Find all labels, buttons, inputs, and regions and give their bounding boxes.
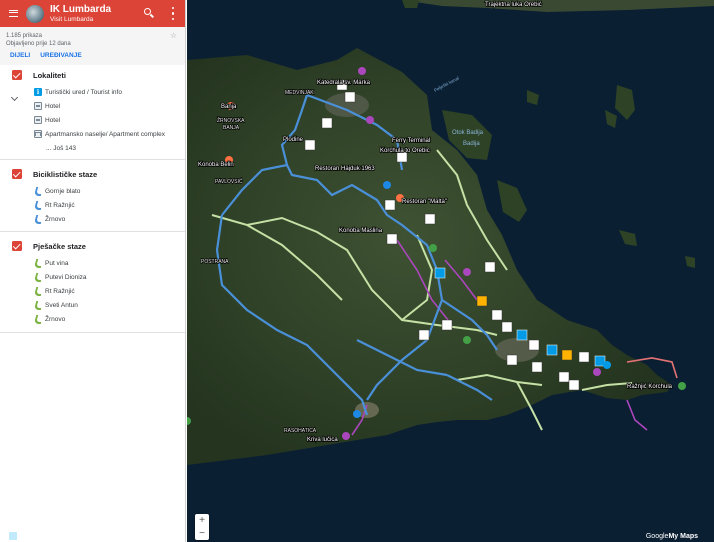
list-item[interactable]: i Turistički ured / Tourist info — [0, 85, 185, 99]
list-item[interactable]: Hotel — [0, 99, 185, 113]
layer-pjesacke-staze: Pješačke staze Put vina Putevi Dionizа R… — [0, 232, 185, 333]
bike-route-icon — [34, 215, 42, 223]
hiking-route-icon — [34, 273, 42, 281]
label-konoba-belin: Konoba Belin — [198, 162, 234, 168]
apartment-icon — [34, 130, 42, 138]
menu-button[interactable] — [0, 0, 26, 27]
label-raznjic: Ražnjić Korchula — [627, 384, 673, 390]
star-icon[interactable]: ☆ — [170, 31, 177, 40]
show-more-link[interactable]: ... Još 143 — [0, 141, 185, 155]
image-thumbnail-icon — [9, 532, 17, 540]
label-korchula-orebic: Korchula to Orebic — [380, 148, 430, 154]
label-rasohatica: RASOHATICA — [284, 428, 317, 434]
label-konoba-maslina: Konoba Maslina — [339, 228, 383, 234]
bike-route-icon — [34, 187, 42, 195]
list-item[interactable]: Žrnovo — [0, 312, 185, 326]
hotel-icon — [34, 116, 42, 124]
label-banja-district: BANJA — [223, 125, 240, 131]
label-katedrala: Katedrala sv. Marka — [317, 80, 371, 86]
label-ferry-terminal: Ferry Terminal — [392, 138, 430, 144]
label-postrana: POSTRANA — [201, 259, 229, 265]
map-logo — [26, 4, 44, 23]
layer-lokaliteti: Lokaliteti i Turistički ured / Tourist in… — [0, 65, 185, 160]
label-badija: Badija — [463, 141, 480, 147]
hiking-route-icon — [34, 301, 42, 309]
layer-title[interactable]: Biciklističke staze — [33, 170, 97, 179]
list-item[interactable]: Rt Ražnjić — [0, 198, 185, 212]
layer-checkbox[interactable] — [12, 169, 22, 179]
map-info: 1.185 prikaza Objavljeno prije 12 dana ☆… — [0, 27, 185, 65]
map-title[interactable]: IK Lumbarda — [50, 4, 111, 16]
list-item[interactable]: Žrnovo — [0, 212, 185, 226]
list-item[interactable]: Hotel — [0, 113, 185, 127]
edit-button[interactable]: UREĐIVANJE — [40, 52, 81, 59]
label-trajektna-luka: Trajektna luka Orebić — [485, 2, 542, 8]
label-zrnovska: ŽRNOVSKA — [217, 116, 245, 124]
hotel-icon — [34, 102, 42, 110]
list-item[interactable]: Sveti Antun — [0, 298, 185, 312]
bike-route-icon — [34, 201, 42, 209]
zoom-in-button[interactable]: + — [199, 515, 205, 527]
layer-title[interactable]: Pješačke staze — [33, 242, 86, 251]
label-medvinjak: MEDVINJAK — [285, 90, 314, 96]
hiking-route-icon — [34, 259, 42, 267]
layer-checkbox[interactable] — [12, 241, 22, 251]
search-button[interactable] — [142, 6, 156, 20]
view-count: 1.185 prikaza — [6, 33, 43, 39]
zoom-out-button[interactable]: − — [199, 528, 205, 540]
map-legend-panel: IK Lumbarda Visit Lumbarda 1.185 prikaza… — [0, 0, 186, 542]
list-item[interactable]: Putevi Dionizа — [0, 270, 185, 284]
list-item[interactable]: Rt Ražnjić — [0, 284, 185, 298]
list-item[interactable]: Apartmansko naselje/ Apartment complex — [0, 127, 185, 141]
zoom-control: + − — [195, 514, 209, 540]
satellite-map[interactable]: Trajektna luka Orebić Katedrala sv. Mark… — [187, 0, 714, 542]
more-options-button[interactable] — [170, 7, 176, 20]
map-title-block: IK Lumbarda Visit Lumbarda — [50, 4, 111, 23]
label-pavlovsic: PAVLOVSIĆ — [215, 178, 243, 185]
label-plodine: Plodine — [283, 137, 304, 143]
hamburger-icon — [8, 10, 18, 17]
layer-biciklisticke-staze: Biciklističke staze Gornje blato Rt Ražn… — [0, 160, 185, 232]
label-restoran-hajduk: Restoran Hajduk 1963 — [315, 166, 375, 172]
app-header: IK Lumbarda Visit Lumbarda — [0, 0, 185, 27]
list-item[interactable]: Gornje blato — [0, 184, 185, 198]
info-icon: i — [34, 88, 42, 96]
label-kriva-lucica: Kriva lučica — [307, 437, 338, 443]
list-item[interactable]: Put vina — [0, 256, 185, 270]
layer-checkbox[interactable] — [12, 70, 22, 80]
label-banja: Banja — [221, 104, 237, 110]
label-otok-badija: Otok Badija — [452, 130, 484, 136]
map-attribution: GoogleMy Maps — [645, 533, 698, 540]
layer-title[interactable]: Lokaliteti — [33, 71, 66, 80]
share-button[interactable]: DIJELI — [10, 52, 30, 59]
map-owner[interactable]: Visit Lumbarda — [50, 16, 111, 23]
hiking-route-icon — [34, 315, 42, 323]
published-date: Objavljeno prije 12 dana — [6, 41, 71, 47]
hiking-route-icon — [34, 287, 42, 295]
map-canvas: Trajektna luka Orebić Katedrala sv. Mark… — [187, 0, 714, 542]
label-restoran-malta: Restoran "Malta" — [402, 199, 447, 205]
